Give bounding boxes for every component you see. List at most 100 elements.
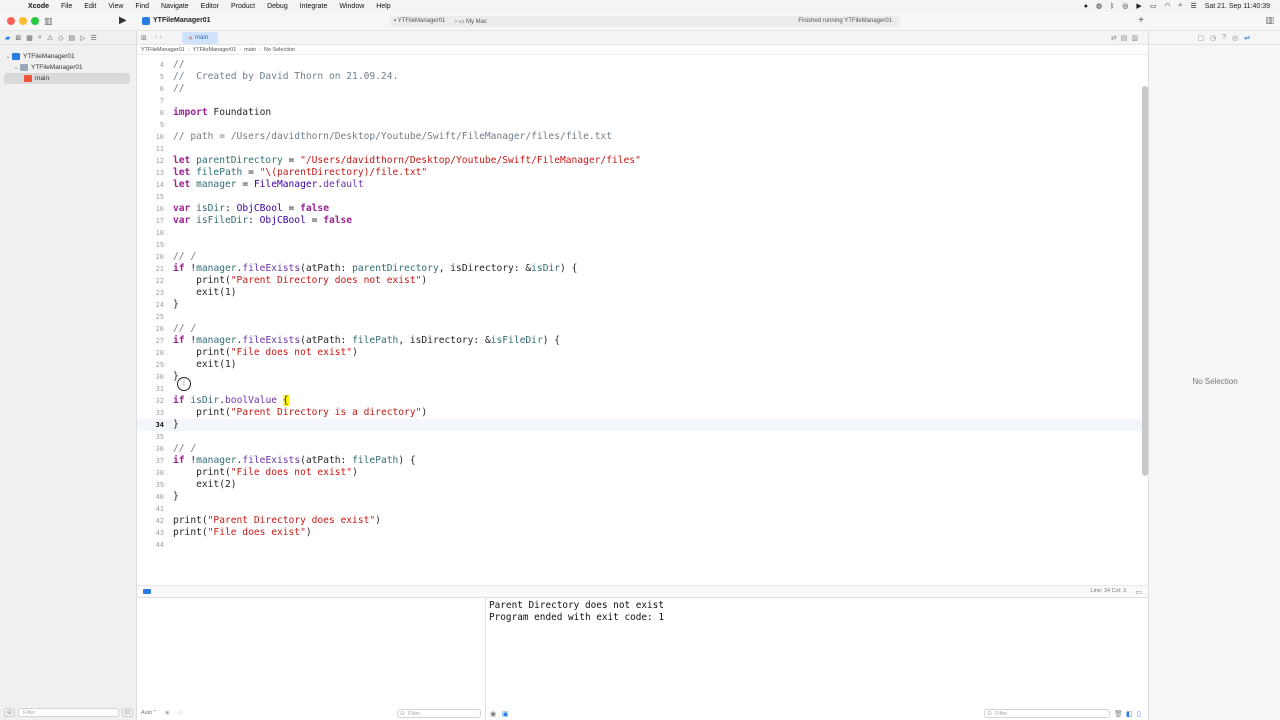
trash-icon[interactable]: 🗑	[1114, 710, 1123, 718]
menu-file[interactable]: File	[61, 3, 72, 10]
recent-files-icon[interactable]: ⊡	[121, 707, 133, 717]
code-line[interactable]: 31	[137, 383, 1145, 395]
code-line[interactable]: 35	[137, 431, 1145, 443]
line-number[interactable]: 13	[137, 167, 164, 179]
accessibility-icon[interactable]: ◎	[1232, 34, 1238, 42]
jump-bar-folder[interactable]: YTFileManager01	[193, 47, 237, 53]
airdrop-icon[interactable]: ◎	[1122, 2, 1128, 10]
test-icon[interactable]: ◇	[58, 34, 63, 42]
add-icon[interactable]: +	[1138, 15, 1144, 26]
code-line[interactable]: 7	[137, 95, 1145, 107]
line-number[interactable]: 5	[137, 71, 164, 83]
code-line[interactable]: 22 print("Parent Directory does not exis…	[137, 275, 1145, 287]
line-number[interactable]: 12	[137, 155, 164, 167]
menu-app[interactable]: Xcode	[28, 3, 49, 10]
code-line[interactable]: 20 // /	[137, 251, 1145, 263]
play-icon[interactable]: ▶	[1136, 2, 1141, 10]
minimap-icon[interactable]: ▭	[1135, 588, 1142, 596]
code-line[interactable]: 17 var isFileDir: ObjCBool = false	[137, 215, 1145, 227]
line-number[interactable]: 6	[137, 83, 164, 95]
code-line[interactable]: 44	[137, 539, 1145, 551]
line-number[interactable]: 10	[137, 131, 164, 143]
line-number[interactable]: 8	[137, 107, 164, 119]
line-number[interactable]: 37	[137, 455, 164, 467]
wifi-icon[interactable]: ◠	[1164, 2, 1170, 10]
globe-icon[interactable]: ◍	[1096, 2, 1102, 10]
code-line[interactable]: 15	[137, 191, 1145, 203]
menu-find[interactable]: Find	[135, 3, 149, 10]
jump-bar-project[interactable]: YTFileManager01	[141, 47, 185, 53]
line-number[interactable]: 22	[137, 275, 164, 287]
battery-icon[interactable]: ▭	[1150, 2, 1157, 10]
code-line[interactable]: 40}	[137, 491, 1145, 503]
line-number[interactable]: 26	[137, 323, 164, 335]
line-number[interactable]: 32	[137, 395, 164, 407]
breakpoint-icon[interactable]: ▷	[80, 34, 85, 42]
line-number[interactable]: 27	[137, 335, 164, 347]
line-number[interactable]: 35	[137, 431, 164, 443]
code-area[interactable]: 4 // 5 // Created by David Thorn on 21.09.2…	[137, 59, 1148, 589]
code-line[interactable]: 43 print("File does exist")	[137, 527, 1145, 539]
tree-item-main[interactable]: main	[4, 73, 130, 84]
code-line[interactable]: 21 if !manager.fileExists(atPath: parentD…	[137, 263, 1145, 275]
tab-main[interactable]: ✕ main	[182, 32, 218, 44]
code-line[interactable]: 41	[137, 503, 1145, 515]
close-button[interactable]	[7, 17, 15, 25]
line-number[interactable]: 36	[137, 443, 164, 455]
scheme-selector[interactable]: ▪ YTFileManager01	[394, 18, 445, 24]
menu-view[interactable]: View	[108, 3, 123, 10]
code-line[interactable]: 24}	[137, 299, 1145, 311]
info-icon[interactable]: ⓘ	[178, 709, 184, 717]
line-number[interactable]: 4	[137, 59, 164, 71]
back-forward-icon[interactable]: ‹ ›	[155, 34, 162, 41]
variables-scope-selector[interactable]: Auto	[141, 710, 152, 716]
code-line[interactable]: 29 exit(1)	[137, 359, 1145, 371]
filter-options-icon[interactable]: ⊝	[4, 707, 16, 717]
source-control-icon[interactable]: ⊠	[15, 34, 21, 42]
code-line[interactable]: 14 let manager = FileManager.default	[137, 179, 1145, 191]
menu-integrate[interactable]: Integrate	[300, 3, 328, 10]
destination-selector[interactable]: › ▭ My Mac	[455, 18, 487, 25]
control-center-icon[interactable]: ☰	[1190, 2, 1196, 10]
code-line[interactable]: 33 print("Parent Directory is a director…	[137, 407, 1145, 419]
variables-filter-input[interactable]: Filter	[397, 709, 481, 718]
line-number[interactable]: 7	[137, 95, 164, 107]
line-number[interactable]: 34	[137, 419, 164, 431]
menu-help[interactable]: Help	[376, 3, 390, 10]
line-number[interactable]: 41	[137, 503, 164, 515]
issue-icon[interactable]: ⚠	[47, 34, 53, 42]
console-only-icon[interactable]: ▯	[1137, 710, 1141, 718]
code-line[interactable]: 32 if isDir.boolValue {	[137, 395, 1145, 407]
menu-edit[interactable]: Edit	[84, 3, 96, 10]
chevron-down-icon[interactable]: ⌄	[4, 53, 12, 60]
line-number[interactable]: 20	[137, 251, 164, 263]
code-line[interactable]: 10 // path = /Users/davidthorn/Desktop/Yo…	[137, 131, 1145, 143]
symbol-icon[interactable]: ▦	[26, 34, 33, 42]
record-icon[interactable]: ●	[1084, 3, 1088, 10]
eye-icon[interactable]: ◉	[490, 710, 496, 718]
line-number[interactable]: 28	[137, 347, 164, 359]
code-line[interactable]: 38 print("File does not exist")	[137, 467, 1145, 479]
menu-debug[interactable]: Debug	[267, 3, 288, 10]
code-line[interactable]: 37 if !manager.fileExists(atPath: filePat…	[137, 455, 1145, 467]
line-number[interactable]: 24	[137, 299, 164, 311]
code-line[interactable]: 23 exit(1)	[137, 287, 1145, 299]
toggle-inspector-icon[interactable]: ▥	[1265, 15, 1274, 26]
debug-icon[interactable]: ▤	[68, 34, 75, 42]
line-number[interactable]: 23	[137, 287, 164, 299]
line-number[interactable]: 42	[137, 515, 164, 527]
line-number[interactable]: 31	[137, 383, 164, 395]
code-line[interactable]: 12 let parentDirectory = "/Users/davidtho…	[137, 155, 1145, 167]
line-number[interactable]: 11	[137, 143, 164, 155]
line-number[interactable]: 21	[137, 263, 164, 275]
line-number[interactable]: 14	[137, 179, 164, 191]
chevron-down-icon[interactable]: ⌄	[12, 64, 20, 71]
run-icon[interactable]: ▶	[119, 15, 127, 26]
code-line[interactable]: 34}	[137, 419, 1145, 431]
line-number[interactable]: 33	[137, 407, 164, 419]
navigator-filter-input[interactable]: Filter	[18, 707, 119, 717]
menu-navigate[interactable]: Navigate	[161, 3, 189, 10]
code-line[interactable]: 18	[137, 227, 1145, 239]
bluetooth-icon[interactable]: ᛒ	[1110, 3, 1114, 10]
related-items-icon[interactable]: ⊞	[141, 34, 147, 42]
